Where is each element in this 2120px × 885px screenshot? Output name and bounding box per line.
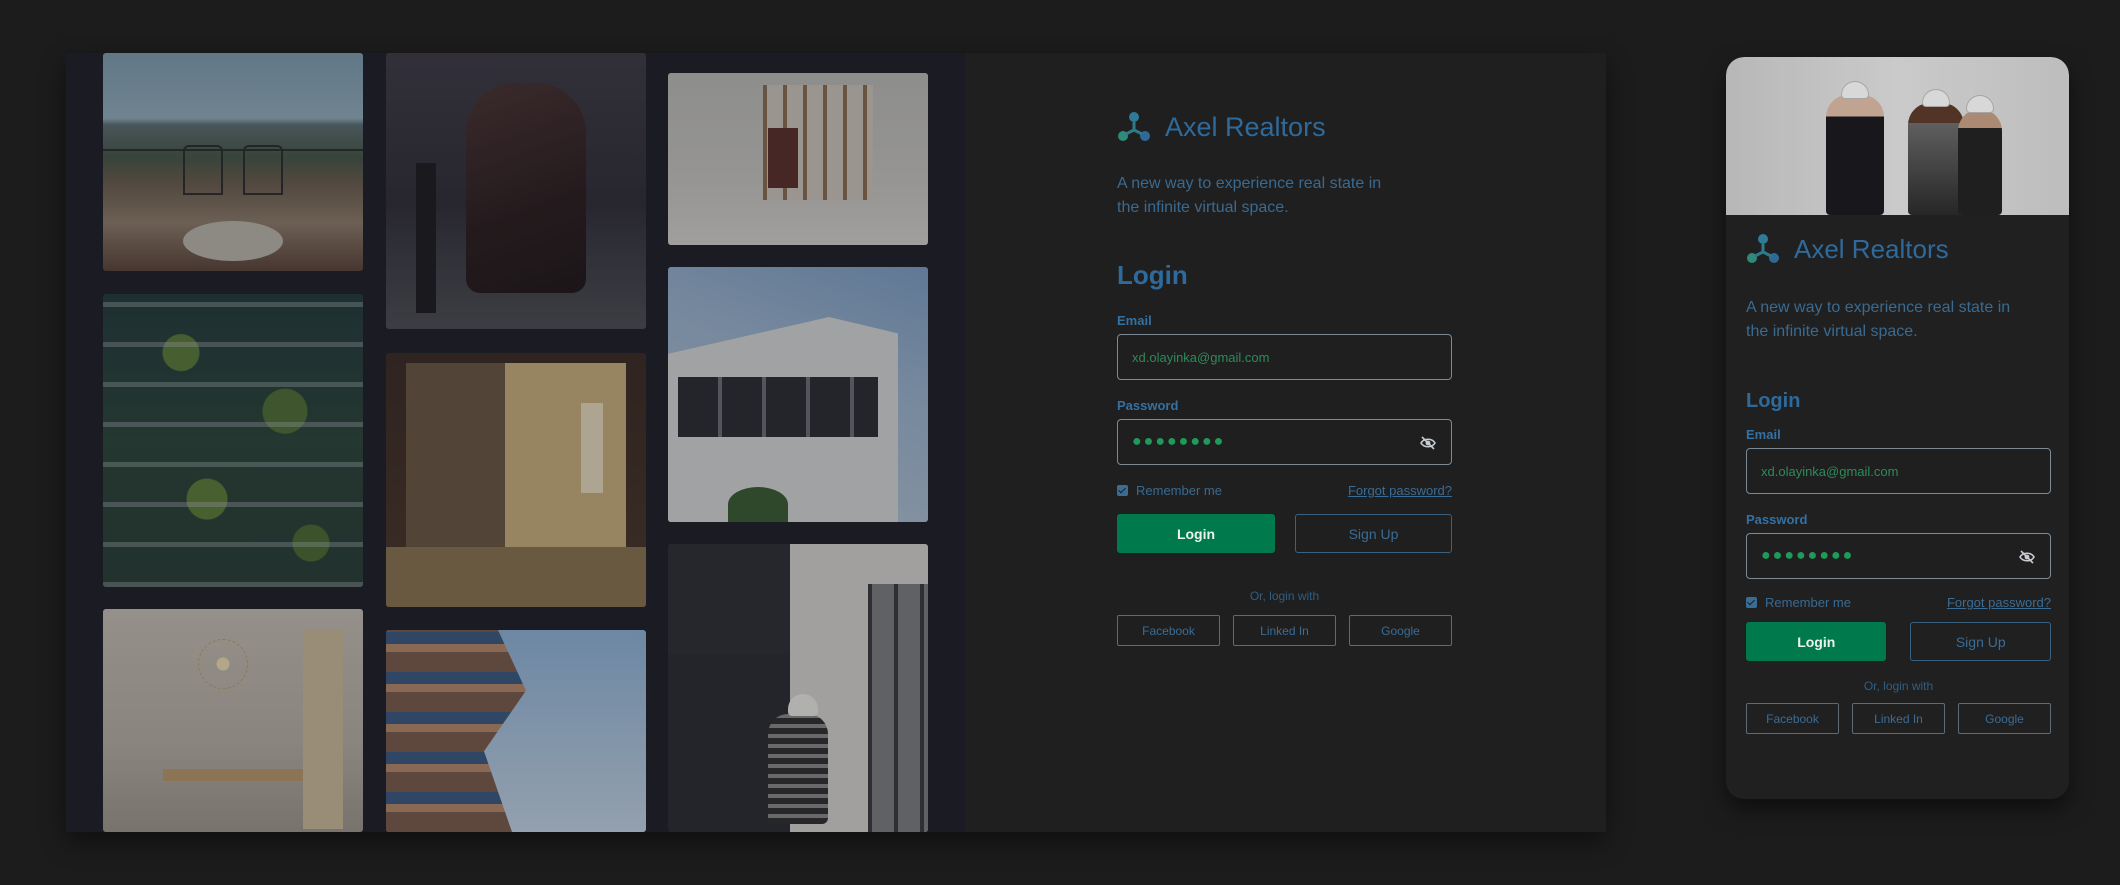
login-form-desktop: Axel Realtors A new way to experience re… bbox=[1117, 110, 1452, 646]
facebook-button[interactable]: Facebook bbox=[1117, 615, 1220, 646]
brand-mobile: Axel Realtors bbox=[1746, 232, 2051, 266]
social-login-row: Facebook Linked In Google bbox=[1746, 703, 2051, 734]
google-button[interactable]: Google bbox=[1349, 615, 1452, 646]
brand-name: Axel Realtors bbox=[1794, 233, 1949, 264]
login-button[interactable]: Login bbox=[1746, 622, 1887, 661]
photo-construction-worker bbox=[668, 544, 928, 832]
photo-japanese-interior bbox=[386, 353, 646, 607]
google-button[interactable]: Google bbox=[1958, 703, 2051, 734]
remember-label: Remember me bbox=[1765, 595, 1851, 610]
or-login-with: Or, login with bbox=[1863, 679, 1934, 693]
email-field[interactable] bbox=[1746, 448, 2051, 494]
signup-button[interactable]: Sign Up bbox=[1910, 622, 2051, 661]
checkbox-checked-icon[interactable] bbox=[1117, 485, 1128, 496]
tri-node-logo-icon bbox=[1118, 112, 1150, 141]
password-mask[interactable]: ●●●●●●●● bbox=[1761, 547, 1854, 565]
remember-me[interactable]: Remember me bbox=[1117, 483, 1222, 498]
photo-gallery bbox=[66, 53, 966, 832]
options-row: Remember me Forgot password? bbox=[1746, 595, 2051, 610]
tri-node-logo-icon bbox=[1747, 234, 1779, 263]
forgot-password-link[interactable]: Forgot password? bbox=[1947, 595, 2051, 610]
forgot-password-link[interactable]: Forgot password? bbox=[1348, 483, 1452, 498]
facebook-button[interactable]: Facebook bbox=[1746, 703, 1839, 734]
options-row: Remember me Forgot password? bbox=[1117, 483, 1452, 498]
photo-white-shelving-room bbox=[668, 73, 928, 245]
hero-engineers-photo bbox=[1726, 57, 2069, 215]
email-input[interactable] bbox=[1132, 349, 1437, 365]
eye-off-icon[interactable] bbox=[2018, 548, 2036, 566]
tagline: A new way to experience real state in th… bbox=[1117, 175, 1382, 216]
action-buttons: Login Sign Up bbox=[1746, 622, 2051, 661]
linkedin-button[interactable]: Linked In bbox=[1233, 615, 1336, 646]
login-title: Login bbox=[1117, 260, 1188, 290]
mobile-card: Axel Realtors A new way to experience re… bbox=[1726, 57, 2069, 799]
login-button[interactable]: Login bbox=[1117, 514, 1275, 553]
photo-modern-white-house bbox=[668, 267, 928, 522]
email-input[interactable] bbox=[1761, 463, 2036, 479]
photo-leather-armchair bbox=[386, 53, 646, 329]
password-field[interactable]: ●●●●●●●● bbox=[1117, 419, 1452, 465]
eye-off-icon[interactable] bbox=[1419, 434, 1437, 452]
remember-label: Remember me bbox=[1136, 483, 1222, 498]
brand: Axel Realtors bbox=[1117, 110, 1452, 144]
login-title: Login bbox=[1746, 390, 1801, 412]
brand-name: Axel Realtors bbox=[1165, 111, 1326, 142]
social-login-row: Facebook Linked In Google bbox=[1117, 615, 1452, 646]
password-label: Password bbox=[1117, 398, 1179, 413]
desktop-frame: Axel Realtors A new way to experience re… bbox=[66, 53, 1606, 832]
email-field[interactable] bbox=[1117, 334, 1452, 380]
remember-me[interactable]: Remember me bbox=[1746, 595, 1851, 610]
password-field[interactable]: ●●●●●●●● bbox=[1746, 533, 2051, 579]
photo-stacked-apartments bbox=[386, 630, 646, 832]
or-login-with: Or, login with bbox=[1249, 589, 1320, 603]
tagline: A new way to experience real state in th… bbox=[1746, 299, 2011, 340]
login-form-mobile: Axel Realtors A new way to experience re… bbox=[1746, 232, 2051, 734]
password-mask[interactable]: ●●●●●●●● bbox=[1132, 433, 1225, 451]
linkedin-button[interactable]: Linked In bbox=[1852, 703, 1945, 734]
email-label: Email bbox=[1117, 313, 1152, 328]
password-label: Password bbox=[1746, 512, 1808, 527]
signup-button[interactable]: Sign Up bbox=[1295, 514, 1452, 553]
photo-white-dining-room bbox=[103, 609, 363, 832]
checkbox-checked-icon[interactable] bbox=[1746, 597, 1757, 608]
photo-balcony-sea-view bbox=[103, 53, 363, 271]
photo-vertical-forest-building bbox=[103, 294, 363, 587]
email-label: Email bbox=[1746, 427, 1781, 442]
action-buttons: Login Sign Up bbox=[1117, 514, 1452, 553]
